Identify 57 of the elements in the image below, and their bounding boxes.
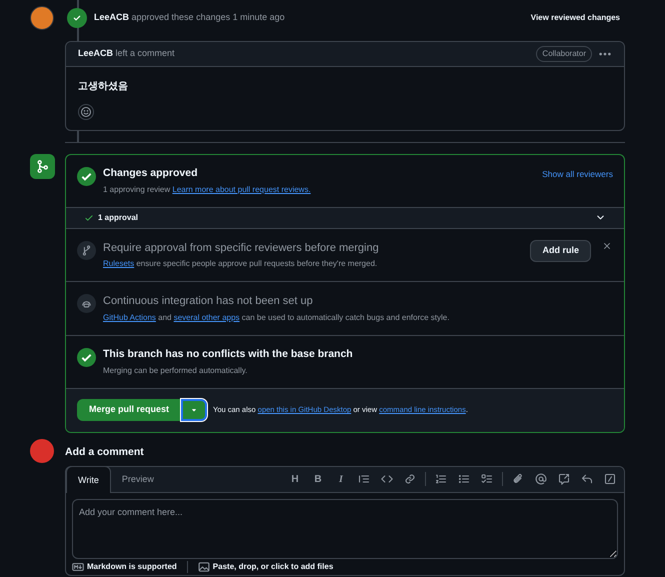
review-event-text: LeeACB approved these changes 1 minute ago [94,11,285,24]
attach-files-note[interactable]: Paste, drop, or click to add files [212,561,334,574]
view-reviewed-changes-link[interactable]: View reviewed changes [530,12,620,24]
paperclip-icon[interactable] [512,473,524,486]
add-comment-heading: Add a comment [65,444,145,460]
bulleted-list-icon[interactable] [458,473,470,486]
caret-down-icon [190,406,198,414]
approvals-count: 1 approval [98,212,138,224]
section-description: GitHub Actions and several other apps can be used to automatically catch bugs and enforce style. [103,312,450,324]
check-icon [84,212,94,223]
user-avatar[interactable] [30,438,54,462]
task-list-icon[interactable] [481,473,493,486]
approvals-toggle[interactable]: 1 approval [66,206,624,228]
slash-command-icon[interactable] [604,473,616,486]
user-avatar[interactable] [30,6,54,30]
image-icon [198,561,210,574]
code-icon[interactable] [381,473,393,486]
link[interactable]: GitHub Actions [103,312,156,322]
link[interactable]: Learn more about pull request reviews. [172,184,311,194]
numbered-list-icon[interactable] [435,473,447,486]
markdown-icon [72,561,84,574]
cross-reference-icon[interactable] [558,473,570,486]
section-description: 1 approving review Learn more about pull request reviews. [103,184,312,196]
link[interactable]: Rulesets [103,259,134,268]
merge-options-button[interactable] [181,399,208,421]
section-title: Continuous integration has not been set up [103,294,314,310]
git-merge-icon [35,159,50,174]
section-title: Changes approved [103,166,199,181]
comment-input[interactable]: Add your comment here... [72,499,618,560]
add-reaction-button[interactable] [78,104,94,120]
branch-icon [77,240,96,260]
quote-icon[interactable] [358,473,370,486]
close-icon [602,240,612,251]
check-circle-icon [77,167,96,186]
merge-button[interactable]: Merge pull request [77,399,182,421]
reply-icon[interactable] [581,473,593,486]
format-button[interactable]: I [333,472,349,487]
add-rule-button[interactable]: Add rule [530,240,591,262]
section-description: Merging can be performed automatically. [103,364,248,376]
smiley-icon [80,106,92,118]
format-button[interactable]: H [287,472,303,487]
section-description: Rulesets ensure specific people approve pull requests before they're merged. [103,258,378,270]
role-badge: Collaborator [536,46,592,62]
link[interactable]: several other apps [174,312,240,322]
show-all-reviewers-link[interactable]: Show all reviewers [542,168,613,181]
comment-header-text: LeeACB left a comment [78,47,175,60]
format-button[interactable]: B [310,472,326,487]
section-title: This branch has no conflicts with the base branch [103,346,354,362]
editor-tab[interactable]: Preview [110,466,165,492]
comment-body: 고생하셨음 [78,80,128,94]
editor-tab[interactable]: Write [66,466,111,494]
mention-icon[interactable] [535,473,547,486]
markdown-note: Markdown is supported [87,561,177,574]
section-title: Require approval from specific reviewers before merging [103,240,380,256]
link-icon[interactable] [404,473,416,486]
ci-icon [77,294,96,314]
check-circle-icon [77,348,96,367]
